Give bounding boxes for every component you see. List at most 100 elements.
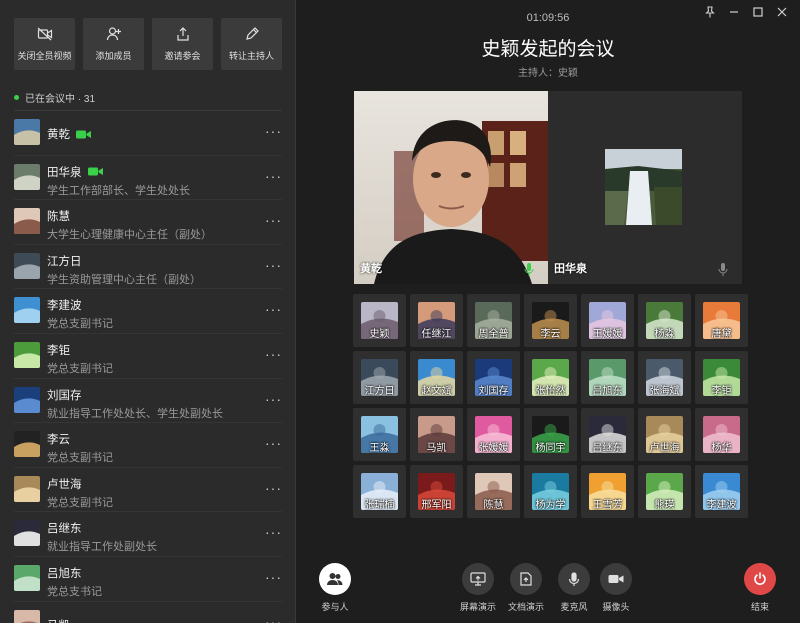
member-title: 党总支副书记 — [47, 496, 113, 509]
participant-tile[interactable]: 吕旭东 — [581, 351, 634, 404]
participant-tile[interactable]: 王雪芳 — [581, 465, 634, 518]
more-options-icon[interactable]: ··· — [265, 480, 282, 496]
member-name-wrap: 黄乾 — [47, 126, 91, 142]
member-row[interactable]: 黄乾 ··· — [14, 111, 282, 156]
camera-icon — [608, 575, 624, 583]
camera-button[interactable]: 摄像头 — [600, 563, 632, 613]
member-name: 田华泉 — [47, 166, 82, 179]
add-member-button[interactable]: 添加成员 — [83, 18, 144, 70]
participant-name: 张怡然 — [535, 386, 566, 397]
participants-button[interactable]: 参与人 — [319, 563, 351, 613]
member-row[interactable]: 江方日 学生资助管理中心主任（副处） ··· — [14, 245, 282, 290]
more-options-icon[interactable]: ··· — [265, 524, 282, 540]
microphone-icon-circle — [558, 563, 590, 595]
more-options-icon[interactable]: ··· — [265, 301, 282, 317]
participant-tile[interactable]: 张海斌 — [638, 351, 691, 404]
member-name: 马凯 — [47, 617, 70, 623]
member-name-wrap: 李云 — [47, 431, 70, 447]
participant-tile[interactable]: 杨淼 — [638, 294, 691, 347]
participant-tile[interactable]: 任继江 — [410, 294, 463, 347]
participant-tile[interactable]: 熊瑛 — [638, 465, 691, 518]
invite-button[interactable]: 邀请参会 — [152, 18, 213, 70]
member-name: 黄乾 — [47, 129, 70, 141]
participant-tile[interactable]: 李建波 — [695, 465, 748, 518]
participant-name: 张海斌 — [649, 386, 680, 397]
avatar — [14, 297, 40, 324]
more-options-icon[interactable]: ··· — [265, 569, 282, 585]
more-options-icon[interactable]: ··· — [265, 257, 282, 273]
participant-tile[interactable]: 唐黛 — [695, 294, 748, 347]
member-name: 刘国存 — [47, 389, 82, 402]
participant-tile[interactable]: 杨华 — [695, 408, 748, 461]
member-name: 江方日 — [47, 255, 82, 268]
member-title: 党总支副书记 — [47, 362, 113, 375]
member-name-wrap: 吕旭东 — [47, 565, 82, 581]
participant-tile[interactable]: 李钜 — [695, 351, 748, 404]
participant-tile[interactable]: 赵文斌 — [410, 351, 463, 404]
member-row[interactable]: 马凯 ··· — [14, 602, 282, 623]
member-row[interactable]: 陈慧 大学生心理健康中心主任（副处） ··· — [14, 200, 282, 245]
screen-share-icon-circle — [462, 563, 494, 595]
participant-name: 吕继东 — [592, 443, 623, 454]
participant-name: 张瑞楠 — [364, 500, 395, 511]
member-name: 李云 — [47, 434, 70, 447]
participant-tile[interactable]: 王媛媛 — [581, 294, 634, 347]
participant-tile[interactable]: 杨为学 — [524, 465, 577, 518]
more-options-icon[interactable]: ··· — [265, 346, 282, 362]
microphone-button[interactable]: 麦克风 — [558, 563, 590, 613]
participant-tile[interactable]: 刘国存 — [467, 351, 520, 404]
participant-tile[interactable]: 吕继东 — [581, 408, 634, 461]
participant-tile[interactable]: 邢军阳 — [410, 465, 463, 518]
participant-tile[interactable]: 马凯 — [410, 408, 463, 461]
document-share-button[interactable]: 文档演示 — [508, 563, 544, 613]
participant-name: 王淼 — [369, 443, 390, 454]
participant-name: 杨淼 — [654, 329, 675, 340]
member-row[interactable]: 吕旭东 党总支书记 ··· — [14, 557, 282, 602]
member-row[interactable]: 卢世海 党总支副书记 ··· — [14, 468, 282, 513]
participants-icon-circle — [319, 563, 351, 595]
member-name-wrap: 田华泉 — [47, 164, 103, 180]
more-options-icon[interactable]: ··· — [265, 212, 282, 228]
meeting-host: 主持人：史颖 — [518, 68, 578, 79]
more-options-icon[interactable]: ··· — [265, 123, 282, 139]
participants-label: 参与人 — [321, 602, 349, 612]
participant-tile[interactable]: 张瑞楠 — [353, 465, 406, 518]
member-row[interactable]: 李钜 党总支副书记 ··· — [14, 334, 282, 379]
member-row[interactable]: 田华泉 学生工作部部长、学生处处长 ··· — [14, 156, 282, 201]
participant-name: 杨华 — [711, 443, 732, 454]
participant-tile[interactable]: 杨同宇 — [524, 408, 577, 461]
member-row[interactable]: 刘国存 就业指导工作处处长、学生处副处长 ··· — [14, 379, 282, 424]
more-options-icon[interactable]: ··· — [265, 168, 282, 184]
member-row[interactable]: 李建波 党总支副书记 ··· — [14, 289, 282, 334]
participant-tile[interactable]: 周全普 — [467, 294, 520, 347]
power-icon — [754, 572, 766, 585]
member-row[interactable]: 李云 党总支副书记 ··· — [14, 423, 282, 468]
participant-tile[interactable]: 张怡然 — [524, 351, 577, 404]
participant-tile[interactable]: 王淼 — [353, 408, 406, 461]
more-options-icon[interactable]: ··· — [265, 435, 282, 451]
participant-name: 邢军阳 — [421, 500, 452, 511]
participant-tile[interactable]: 李云 — [524, 294, 577, 347]
invite-label: 邀请参会 — [164, 51, 201, 61]
avatar — [14, 564, 40, 591]
avatar — [14, 475, 40, 502]
more-options-icon[interactable]: ··· — [265, 614, 282, 623]
speaker-video-image — [354, 91, 548, 284]
member-name: 吕旭东 — [47, 567, 82, 580]
transfer-host-button[interactable]: 转让主持人 — [221, 18, 282, 70]
screen-share-button[interactable]: 屏幕演示 — [460, 563, 496, 613]
participant-tile[interactable]: 江方日 — [353, 351, 406, 404]
participant-tile[interactable]: 张媛媛 — [467, 408, 520, 461]
participant-tile[interactable]: 史颖 — [353, 294, 406, 347]
video-tile-main[interactable]: 黄乾 — [354, 91, 548, 284]
meeting-title: 史颖发起的会议 — [481, 39, 615, 60]
member-row[interactable]: 吕继东 就业指导工作处副处长 ··· — [14, 512, 282, 557]
more-options-icon[interactable]: ··· — [265, 391, 282, 407]
participant-tile[interactable]: 卢世海 — [638, 408, 691, 461]
mute-all-video-button[interactable]: 关闭全员视频 — [14, 18, 75, 70]
participant-grid: 史颖 任继江 周全普 李云 王媛媛 杨淼 唐黛江方日 赵文斌 刘国存 张怡然 吕旭东 张海斌 李钜王淼 马… — [353, 294, 748, 518]
participant-tile[interactable]: 陈慧 — [467, 465, 520, 518]
end-meeting-button[interactable]: 结束 — [744, 563, 776, 613]
video-tile-secondary[interactable]: 田华泉 — [548, 91, 742, 284]
document-share-icon-circle — [510, 563, 542, 595]
